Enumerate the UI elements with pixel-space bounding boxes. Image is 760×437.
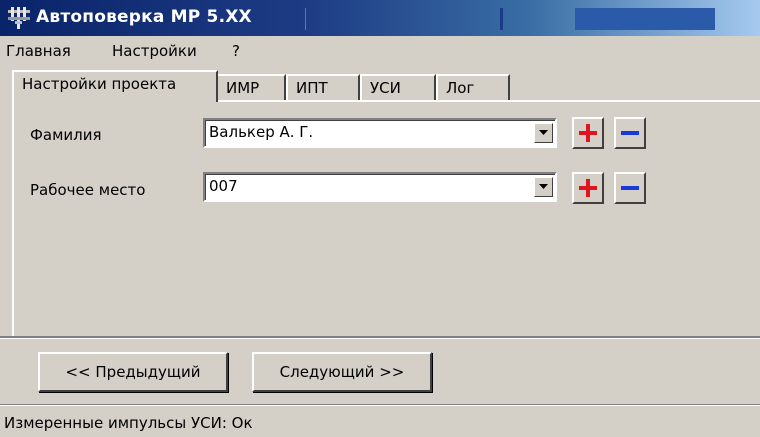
title-divider xyxy=(305,8,306,30)
minus-icon xyxy=(621,131,639,135)
menu-item-settings[interactable]: Настройки xyxy=(112,42,197,60)
workplace-dropdown-button[interactable] xyxy=(534,177,553,197)
window-title: Автоповерка МР 5.XX xyxy=(36,7,252,27)
title-highlight xyxy=(575,8,715,30)
tab-imr[interactable]: ИМР xyxy=(216,74,286,100)
menu-item-help[interactable]: ? xyxy=(232,42,240,60)
next-button[interactable]: Следующий >> xyxy=(252,352,432,392)
app-window: Автоповерка МР 5.XX Главная Настройки ? … xyxy=(0,0,760,437)
tab-label: Настройки проекта xyxy=(22,75,177,93)
minus-icon xyxy=(621,186,639,190)
tab-project-settings[interactable]: Настройки проекта xyxy=(12,70,218,102)
menu-bar: Главная Настройки ? xyxy=(0,36,760,66)
workplace-value: 007 xyxy=(209,177,238,195)
surname-combobox[interactable]: Валькер А. Г. xyxy=(203,118,557,148)
menu-item-main[interactable]: Главная xyxy=(6,42,71,60)
tab-label: УСИ xyxy=(370,79,401,97)
app-fork-icon xyxy=(8,7,30,29)
workplace-combobox[interactable]: 007 xyxy=(203,172,557,202)
remove-workplace-button[interactable] xyxy=(614,172,646,204)
tab-label: ИМР xyxy=(226,79,260,97)
plus-icon xyxy=(579,124,597,142)
title-divider xyxy=(500,8,503,30)
panel-bottom-highlight xyxy=(0,338,760,339)
tab-label: Лог xyxy=(446,79,475,97)
surname-dropdown-button[interactable] xyxy=(534,123,553,143)
tab-strip: ИМР ИПТ УСИ Лог Настройки проекта xyxy=(0,68,760,102)
dropdown-arrow-icon xyxy=(539,130,548,135)
add-surname-button[interactable] xyxy=(572,117,604,149)
title-bar[interactable]: Автоповерка МР 5.XX xyxy=(0,0,760,36)
status-bar: Измеренные импульсы УСИ: Ок xyxy=(0,406,760,437)
status-text: Измеренные импульсы УСИ: Ок xyxy=(4,414,253,432)
surname-value: Валькер А. Г. xyxy=(209,123,314,141)
workplace-label: Рабочее место xyxy=(30,181,146,199)
remove-surname-button[interactable] xyxy=(614,117,646,149)
previous-button[interactable]: << Предыдущий xyxy=(38,352,228,392)
dropdown-arrow-icon xyxy=(539,184,548,189)
tab-label: ИПТ xyxy=(296,79,328,97)
surname-label: Фамилия xyxy=(30,126,102,144)
tab-usi[interactable]: УСИ xyxy=(360,74,436,100)
add-workplace-button[interactable] xyxy=(572,172,604,204)
tab-ipt[interactable]: ИПТ xyxy=(286,74,360,100)
plus-icon xyxy=(579,179,597,197)
tab-log[interactable]: Лог xyxy=(436,74,510,100)
